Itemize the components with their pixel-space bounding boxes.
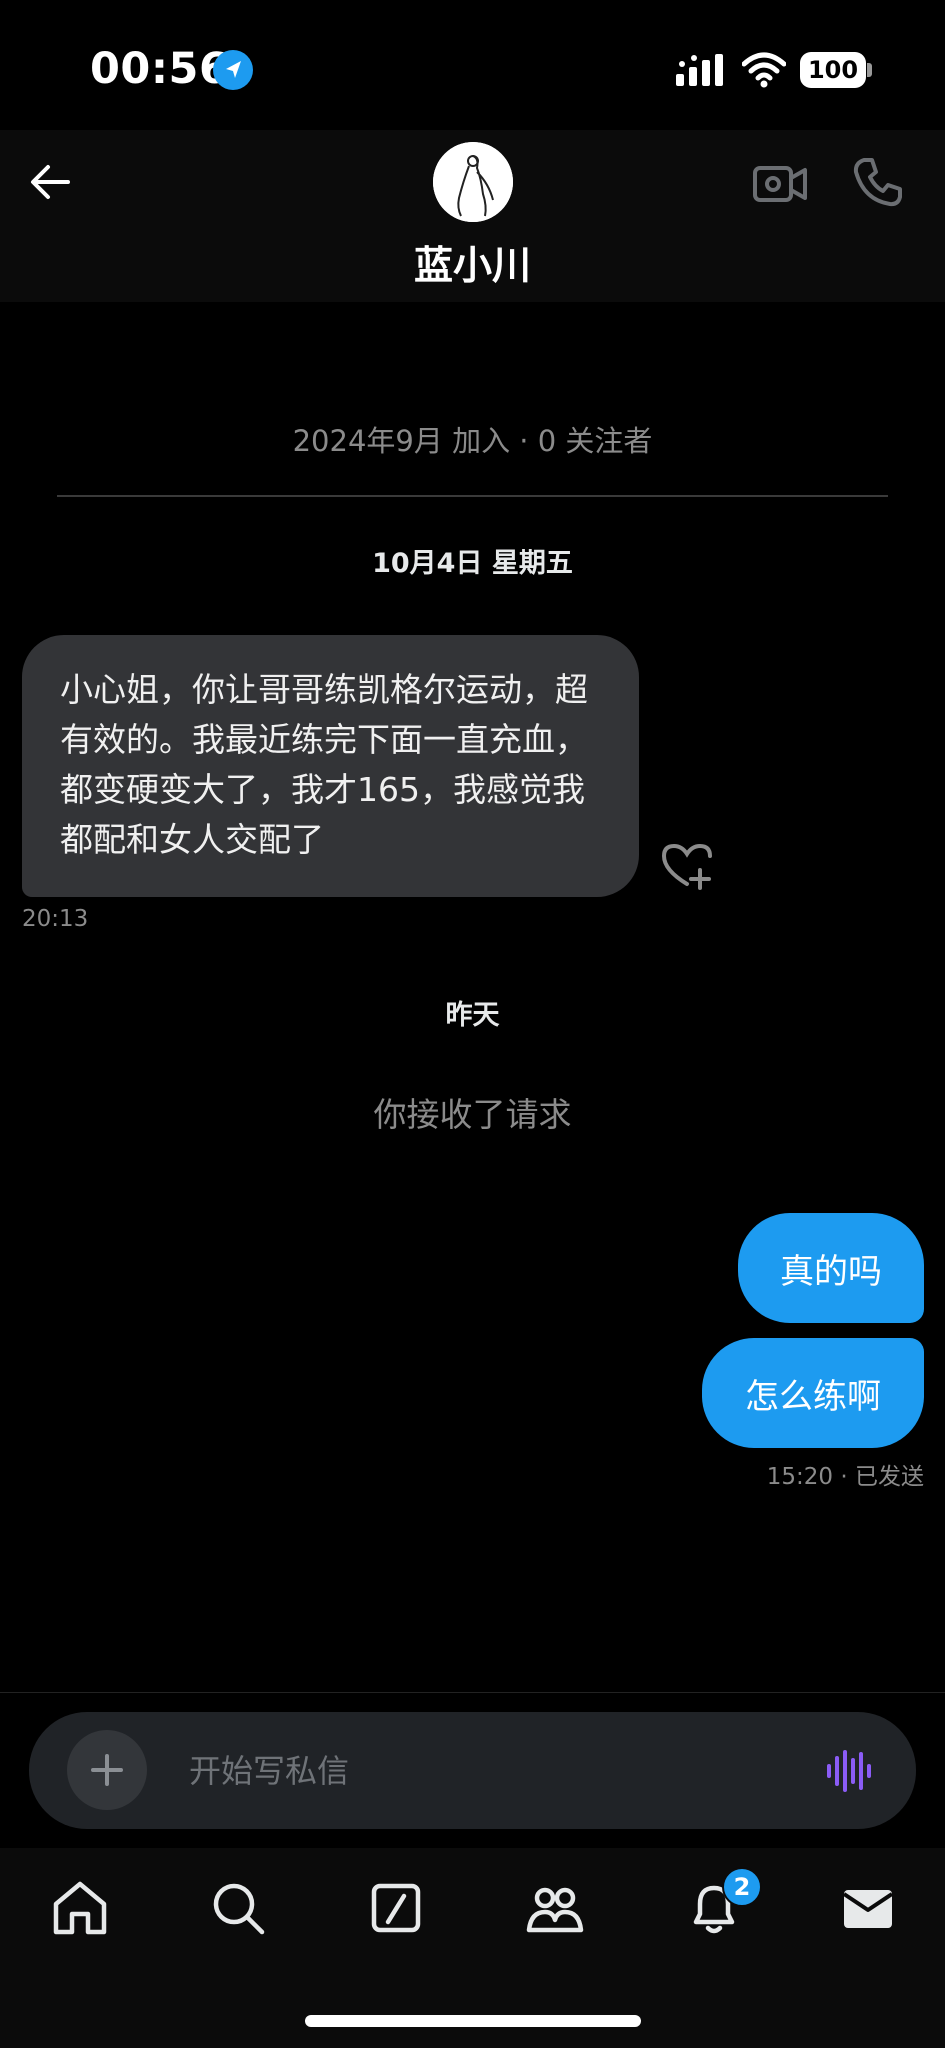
- date-separator: 10月4日 星期五: [372, 548, 573, 579]
- divider: [0, 1692, 945, 1693]
- tab-messages[interactable]: [836, 1876, 900, 1940]
- location-arrow-icon: [213, 50, 253, 90]
- battery-nub: [867, 63, 872, 77]
- status-time: 00:56: [90, 44, 230, 94]
- compose-icon: [371, 1883, 421, 1933]
- battery-indicator: 100: [800, 52, 866, 88]
- tab-home[interactable]: [48, 1876, 112, 1940]
- message-input[interactable]: [189, 1712, 809, 1829]
- tab-communities[interactable]: [523, 1876, 587, 1940]
- notification-count-badge: 2: [722, 1867, 762, 1907]
- add-media-button[interactable]: [67, 1730, 147, 1810]
- incoming-message-bubble[interactable]: 小心姐，你让哥哥练凯格尔运动，超有效的。我最近练完下面一直充血，都变硬变大了，我…: [22, 635, 639, 897]
- message-sent-status: 15:20 · 已发送: [766, 1464, 924, 1490]
- messages-icon: [842, 1890, 894, 1928]
- cellular-signal-icon: [676, 54, 723, 86]
- contact-name[interactable]: 蓝小川: [0, 235, 945, 291]
- system-message: 你接收了请求: [373, 1095, 572, 1134]
- home-indicator[interactable]: [305, 2015, 641, 2027]
- back-arrow-icon[interactable]: [24, 156, 76, 208]
- profile-join-info: 2024年9月 加入 · 0 关注者: [292, 424, 653, 458]
- conversation-header: 蓝小川: [0, 130, 945, 302]
- home-icon: [53, 1881, 107, 1935]
- wifi-icon: [742, 52, 786, 88]
- outgoing-message-bubble[interactable]: 真的吗: [738, 1213, 924, 1323]
- contact-avatar[interactable]: [433, 142, 513, 222]
- communities-icon: [526, 1887, 584, 1933]
- phone-call-icon[interactable]: [850, 154, 906, 210]
- voice-message-icon[interactable]: [825, 1748, 873, 1794]
- status-bar: 00:56 100: [0, 0, 945, 130]
- add-reaction-heart-icon[interactable]: [660, 842, 714, 890]
- date-separator: 昨天: [445, 1000, 500, 1031]
- video-call-icon[interactable]: [752, 158, 808, 208]
- message-timestamp: 20:13: [22, 906, 89, 932]
- tab-search[interactable]: [206, 1876, 270, 1940]
- search-icon: [213, 1883, 265, 1935]
- message-composer: [29, 1712, 916, 1829]
- plus-icon: [91, 1754, 123, 1786]
- outgoing-message-bubble[interactable]: 怎么练啊: [702, 1338, 924, 1448]
- tab-compose[interactable]: [364, 1876, 428, 1940]
- divider: [57, 495, 888, 497]
